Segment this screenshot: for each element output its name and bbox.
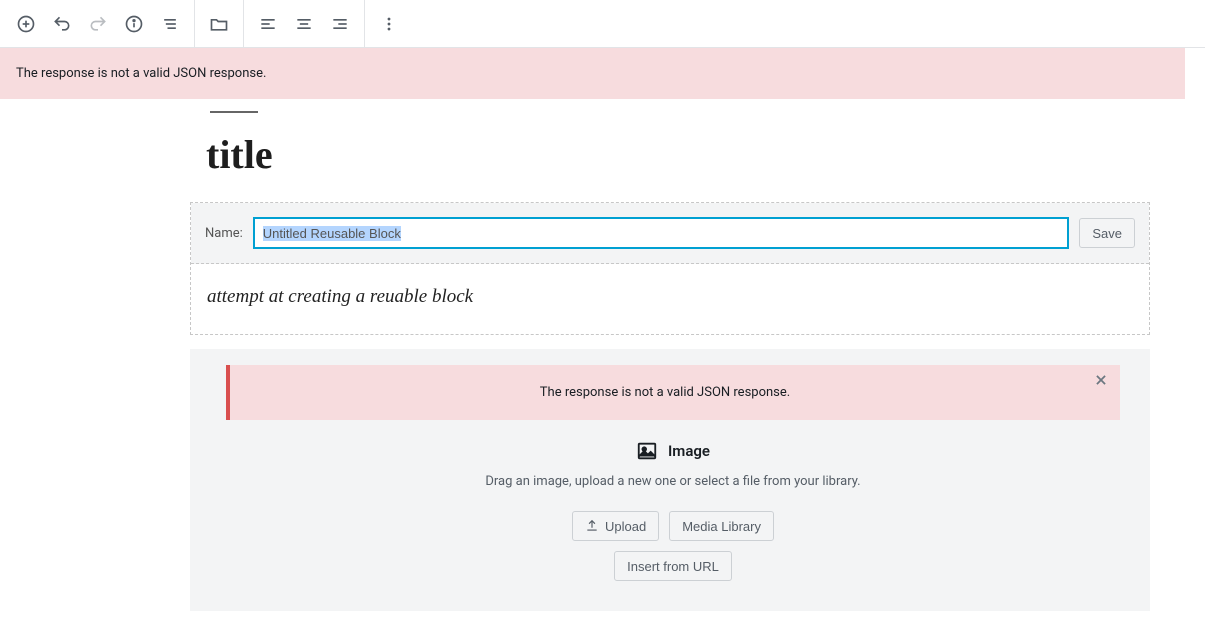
dismiss-error-button[interactable] bbox=[1094, 373, 1108, 387]
toolbar-divider bbox=[364, 0, 365, 47]
undo-icon bbox=[52, 14, 72, 34]
upload-button[interactable]: Upload bbox=[572, 511, 659, 541]
align-right-icon bbox=[330, 14, 350, 34]
toolbar-group-history bbox=[8, 0, 188, 47]
plus-circle-icon bbox=[16, 14, 36, 34]
toolbar-group-more bbox=[371, 0, 407, 47]
save-button[interactable]: Save bbox=[1079, 218, 1135, 248]
toolbar-group-block bbox=[201, 0, 237, 47]
redo-icon bbox=[88, 14, 108, 34]
reusable-block-body: attempt at creating a reuable block bbox=[191, 264, 1149, 334]
image-block-actions-2: Insert from URL bbox=[226, 551, 1120, 581]
align-left-button[interactable] bbox=[250, 6, 286, 42]
image-block-label: Image bbox=[668, 442, 710, 460]
block-error-notice: The response is not a valid JSON respons… bbox=[226, 365, 1120, 420]
reusable-block: Name: Save attempt at creating a reuable… bbox=[190, 202, 1150, 335]
list-icon bbox=[160, 14, 180, 34]
image-block-heading: Image bbox=[226, 440, 1120, 462]
reusable-block-header: Name: Save bbox=[191, 203, 1149, 264]
title-handle bbox=[210, 111, 258, 113]
undo-button[interactable] bbox=[44, 6, 80, 42]
insert-from-url-button[interactable]: Insert from URL bbox=[614, 551, 732, 581]
media-library-button[interactable]: Media Library bbox=[669, 511, 774, 541]
align-left-icon bbox=[258, 14, 278, 34]
align-center-button[interactable] bbox=[286, 6, 322, 42]
image-block-instructions: Drag an image, upload a new one or selec… bbox=[226, 474, 1120, 489]
image-block-placeholder: The response is not a valid JSON respons… bbox=[190, 349, 1150, 611]
post-title[interactable]: title bbox=[206, 131, 1150, 178]
redo-button[interactable] bbox=[80, 6, 116, 42]
info-button[interactable] bbox=[116, 6, 152, 42]
upload-icon bbox=[585, 519, 599, 533]
editor-toolbar bbox=[0, 0, 1205, 48]
block-error-text: The response is not a valid JSON respons… bbox=[540, 385, 790, 400]
image-icon bbox=[636, 440, 658, 462]
align-right-button[interactable] bbox=[322, 6, 358, 42]
folder-icon bbox=[209, 14, 229, 34]
upload-button-label: Upload bbox=[605, 519, 646, 534]
image-block-actions: Upload Media Library bbox=[226, 511, 1120, 541]
toolbar-group-align bbox=[250, 0, 358, 47]
reusable-name-input[interactable] bbox=[253, 217, 1070, 249]
insert-from-url-label: Insert from URL bbox=[627, 559, 719, 574]
ellipsis-vertical-icon bbox=[379, 14, 399, 34]
paragraph-block[interactable]: attempt at creating a reuable block bbox=[207, 286, 1133, 308]
more-options-button[interactable] bbox=[371, 6, 407, 42]
toolbar-divider bbox=[243, 0, 244, 47]
toolbar-divider bbox=[194, 0, 195, 47]
media-library-label: Media Library bbox=[682, 519, 761, 534]
transform-button[interactable] bbox=[201, 6, 237, 42]
global-error-notice: The response is not a valid JSON respons… bbox=[0, 48, 1185, 99]
info-icon bbox=[124, 14, 144, 34]
align-center-icon bbox=[294, 14, 314, 34]
editor-content: title Name: Save attempt at creating a r… bbox=[190, 99, 1150, 611]
name-label: Name: bbox=[205, 226, 243, 241]
add-block-button[interactable] bbox=[8, 6, 44, 42]
close-icon bbox=[1094, 373, 1108, 387]
outline-button[interactable] bbox=[152, 6, 188, 42]
